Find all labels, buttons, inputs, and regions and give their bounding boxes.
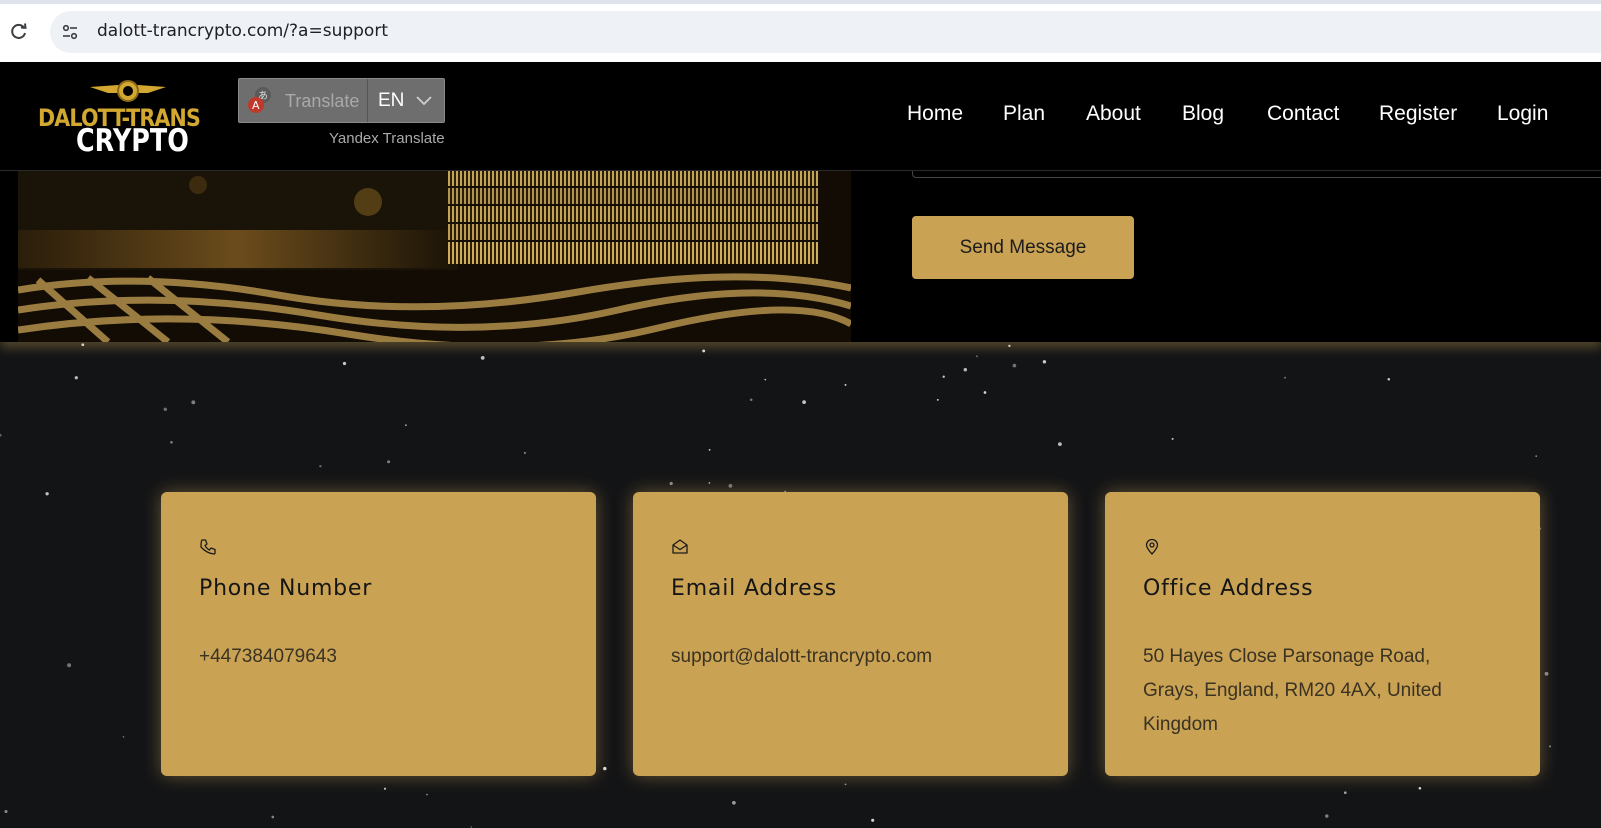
star-dot — [1008, 344, 1011, 348]
translate-icon: あ A — [248, 87, 271, 113]
language-value: EN — [378, 90, 405, 111]
star-dot — [669, 481, 673, 486]
email-address-value[interactable]: support@dalott-trancrypto.com — [671, 640, 1011, 674]
chevron-down-icon — [416, 96, 432, 106]
star-dot — [45, 492, 49, 496]
star-dot — [426, 793, 428, 796]
translate-button[interactable]: あ A Translate — [239, 79, 367, 122]
star-dot — [702, 349, 706, 353]
star-dot — [480, 356, 485, 360]
star-dot — [728, 484, 733, 488]
translate-widget: あ A Translate EN — [238, 78, 445, 123]
envelope-icon — [672, 539, 688, 554]
star-dot — [1171, 437, 1174, 440]
star-dot — [319, 465, 322, 468]
tab-strip-edge — [0, 0, 1601, 4]
star-dot — [122, 736, 125, 738]
phone-card-title: Phone Number — [199, 576, 373, 601]
star-dot — [163, 407, 168, 412]
nav-login[interactable]: Login — [1497, 102, 1548, 126]
nav-contact[interactable]: Contact — [1267, 102, 1339, 126]
star-dot — [81, 343, 85, 347]
star-dot — [749, 398, 753, 401]
reload-icon[interactable] — [9, 21, 29, 41]
coin-stack-image — [18, 170, 851, 342]
address-bar[interactable]: dalott-trancrypto.com/?a=support — [50, 11, 1601, 53]
email-card: Email Address support@dalott-trancrypto.… — [633, 492, 1068, 776]
star-dot — [1535, 455, 1538, 457]
star-dot — [1058, 442, 1062, 446]
star-dot — [404, 424, 407, 427]
location-pin-icon — [1145, 538, 1159, 555]
office-card-title: Office Address — [1143, 576, 1314, 601]
star-dot — [342, 361, 347, 366]
nav-blog[interactable]: Blog — [1182, 102, 1224, 126]
star-dot — [976, 355, 978, 358]
star-dot — [170, 441, 173, 444]
star-dot — [1548, 745, 1552, 748]
star-dot — [1012, 363, 1017, 368]
translate-label: Translate — [285, 91, 360, 111]
star-dot — [1042, 360, 1047, 364]
site-header: DALOTT-TRANS CRYPTO あ A Translate EN Yan… — [0, 62, 1601, 171]
star-dot — [1418, 786, 1422, 790]
star-dot — [1284, 376, 1286, 379]
star-dot — [4, 809, 8, 814]
browser-toolbar: dalott-trancrypto.com/?a=support — [0, 0, 1601, 62]
star-dot — [871, 818, 875, 822]
svg-text:A: A — [252, 99, 260, 112]
star-dot — [764, 378, 767, 381]
star-dot — [191, 400, 196, 405]
star-dot — [67, 663, 72, 668]
phone-card: Phone Number +447384079643 — [161, 492, 596, 776]
star-dot — [936, 398, 939, 401]
star-dot — [732, 800, 736, 805]
star-dot — [383, 787, 387, 790]
star-dot — [0, 433, 2, 437]
star-dot — [844, 383, 847, 386]
star-dot — [387, 460, 391, 464]
star-dot — [524, 452, 526, 454]
star-dot — [802, 400, 806, 404]
email-card-title: Email Address — [671, 576, 838, 601]
star-dot — [1387, 378, 1391, 381]
logo-emblem-icon — [90, 80, 166, 102]
site-logo[interactable]: DALOTT-TRANS CRYPTO — [36, 77, 222, 159]
language-select[interactable]: EN — [368, 79, 444, 122]
star-dot — [983, 391, 987, 394]
star-dot — [1544, 671, 1549, 676]
phone-number-value[interactable]: +447384079643 — [199, 640, 539, 674]
star-dot — [1344, 791, 1347, 794]
star-dot — [844, 783, 847, 786]
send-message-button[interactable]: Send Message — [912, 216, 1134, 279]
star-dot — [942, 375, 945, 378]
star-dot — [1325, 814, 1329, 818]
yandex-translate-link[interactable]: Yandex Translate — [329, 130, 445, 147]
star-dot — [708, 482, 711, 484]
site-info-icon[interactable] — [60, 22, 80, 42]
star-dot — [708, 449, 711, 451]
star-dot — [271, 815, 275, 819]
url-text[interactable]: dalott-trancrypto.com/?a=support — [97, 21, 388, 41]
star-dot — [963, 367, 968, 372]
nav-plan[interactable]: Plan — [1003, 102, 1045, 126]
nav-home[interactable]: Home — [907, 102, 963, 126]
office-card: Office Address 50 Hayes Close Parsonage … — [1105, 492, 1540, 776]
logo-text-bottom: CRYPTO — [76, 123, 189, 159]
nav-about[interactable]: About — [1086, 102, 1141, 126]
star-dot — [603, 766, 607, 771]
office-address-value: 50 Hayes Close Parsonage Road, Grays, En… — [1143, 646, 1442, 735]
phone-icon — [200, 539, 216, 555]
message-field-edge[interactable] — [912, 170, 1601, 178]
nav-register[interactable]: Register — [1379, 102, 1457, 126]
star-dot — [470, 826, 473, 828]
star-dot — [74, 376, 78, 380]
